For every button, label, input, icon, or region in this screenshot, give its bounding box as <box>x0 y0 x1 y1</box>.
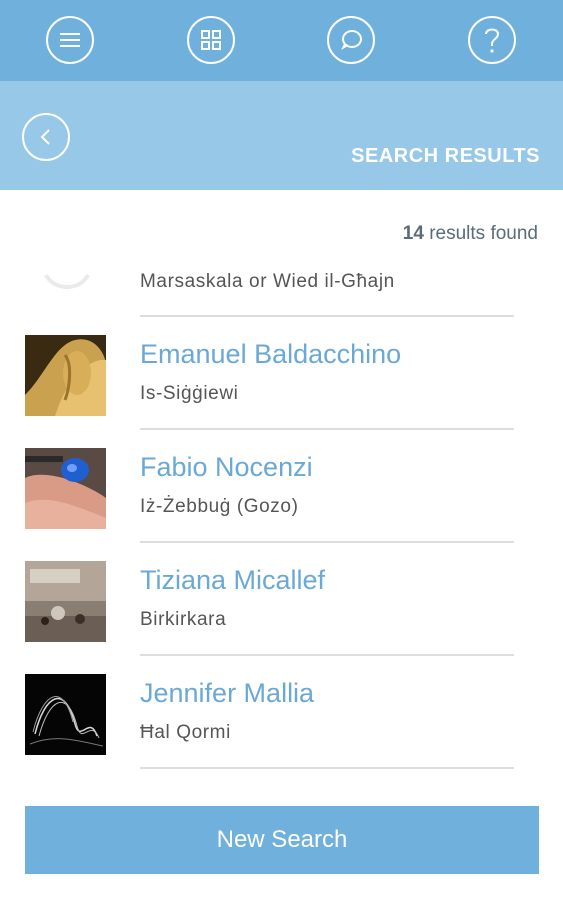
list-item[interactable]: Marsaskala or Wied il-Għajn <box>0 255 563 317</box>
divider <box>140 541 514 543</box>
divider <box>140 428 514 430</box>
list-item-locality: Marsaskala or Wied il-Għajn <box>140 271 395 292</box>
list-item[interactable]: Fabio Nocenzi Iż-Żebbuġ (Gozo) <box>0 448 563 561</box>
chevron-left-icon <box>40 129 50 145</box>
list-item-locality: Ħal Qormi <box>140 722 231 743</box>
help-icon[interactable] <box>468 16 516 64</box>
thumbnail-partial <box>44 273 90 289</box>
list-item-thumbnail <box>25 561 106 642</box>
divider <box>140 767 514 769</box>
list-item-locality: Iż-Żebbuġ (Gozo) <box>140 496 299 517</box>
list-item[interactable]: Tiziana Micallef Birkirkara <box>0 561 563 674</box>
list-item-thumbnail <box>25 674 106 755</box>
list-item[interactable]: Jennifer Mallia Ħal Qormi <box>0 674 563 775</box>
chat-icon[interactable] <box>327 16 375 64</box>
list-item-name: Emanuel Baldacchino <box>140 339 402 369</box>
menu-icon[interactable] <box>46 16 94 64</box>
results-count-number: 14 <box>402 223 424 244</box>
page-title: SEARCH RESULTS <box>351 145 540 167</box>
list-item-locality: Birkirkara <box>140 609 227 630</box>
list-item-name: Tiziana Micallef <box>140 565 326 595</box>
divider <box>140 654 514 656</box>
page-header: SEARCH RESULTS <box>0 81 563 190</box>
grid-icon[interactable] <box>187 16 235 64</box>
results-count-label: results found <box>423 223 538 244</box>
top-nav-bar <box>0 0 563 81</box>
list-item-thumbnail <box>25 335 106 416</box>
new-search-button[interactable]: New Search <box>25 806 539 874</box>
back-button[interactable] <box>22 113 70 161</box>
results-list[interactable]: Marsaskala or Wied il-Għajn Emanuel Bald… <box>0 255 563 775</box>
list-item-locality: Is-Siġġiewi <box>140 383 239 404</box>
list-item-name: Jennifer Mallia <box>140 678 315 708</box>
results-count: 14 results found <box>403 223 538 245</box>
list-item-name: Fabio Nocenzi <box>140 452 313 482</box>
list-item-thumbnail <box>25 448 106 529</box>
list-item[interactable]: Emanuel Baldacchino Is-Siġġiewi <box>0 335 563 448</box>
divider <box>140 315 514 317</box>
